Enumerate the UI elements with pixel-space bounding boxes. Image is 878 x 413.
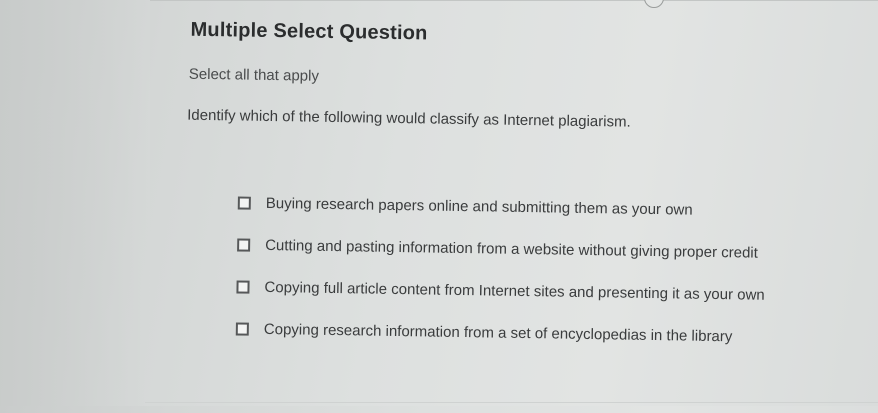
answer-option-2[interactable]: Cutting and pasting information from a w…	[237, 233, 758, 263]
top-circle-icon	[644, 0, 664, 8]
bottom-divider	[145, 402, 878, 403]
answer-option-1[interactable]: Buying research papers online and submit…	[237, 191, 693, 220]
instruction-text: Select all that apply	[188, 65, 320, 85]
answer-option-label: Copying full article content from Intern…	[264, 278, 765, 304]
answer-option-label: Cutting and pasting information from a w…	[265, 236, 759, 262]
checkbox-icon[interactable]	[237, 237, 251, 252]
left-background	[0, 0, 150, 406]
answer-option-label: Buying research papers online and submit…	[265, 194, 693, 219]
question-prompt: Identify which of the following would cl…	[187, 106, 631, 131]
answer-option-4[interactable]: Copying research information from a set …	[235, 317, 733, 347]
question-card: Multiple Select Question Select all that…	[139, 0, 878, 413]
checkbox-icon[interactable]	[235, 321, 249, 336]
checkbox-icon[interactable]	[237, 195, 251, 210]
question-type-title: Multiple Select Question	[190, 18, 428, 45]
answer-option-label: Copying research information from a set …	[263, 320, 733, 345]
checkbox-icon[interactable]	[236, 279, 250, 294]
answer-option-3[interactable]: Copying full article content from Intern…	[236, 275, 765, 305]
